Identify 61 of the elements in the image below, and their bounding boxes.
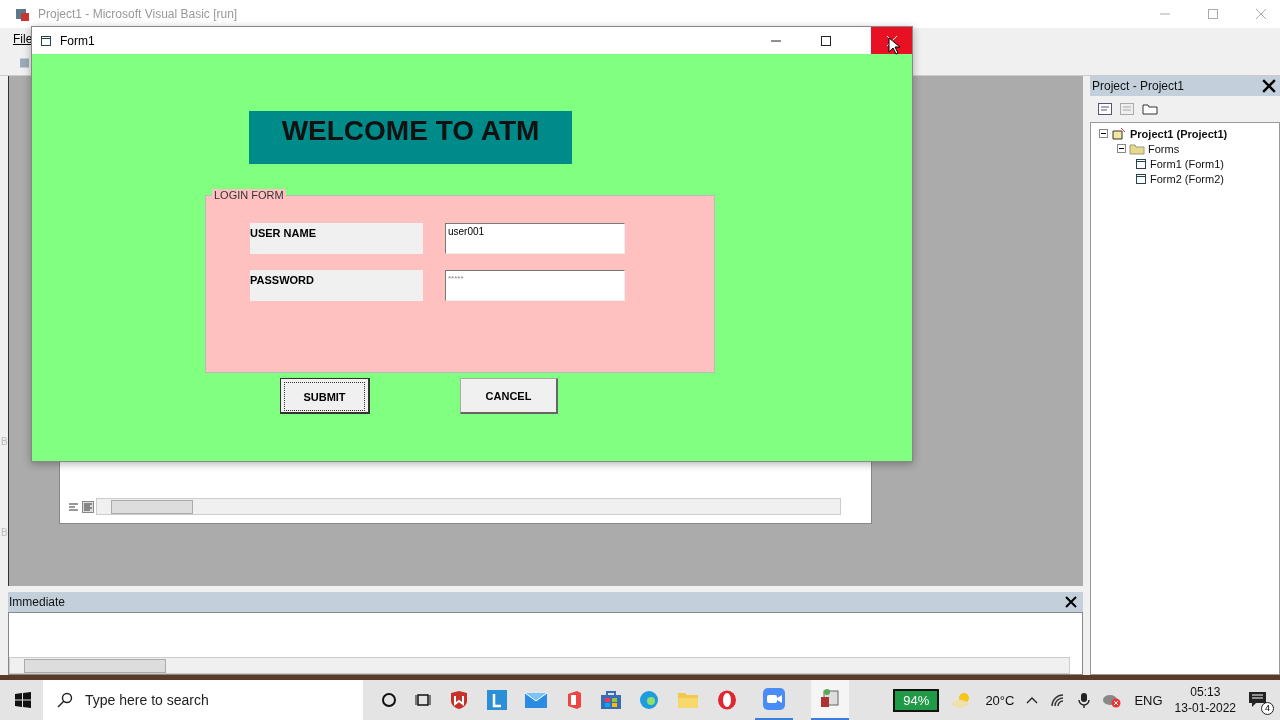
notification-count: 4 (1261, 702, 1274, 715)
tree-item[interactable]: Forms (1148, 142, 1180, 155)
field-label: PASSWORD (250, 270, 423, 301)
time: 05:13 (1190, 684, 1221, 700)
module-view-icon[interactable] (82, 500, 94, 513)
tree-item[interactable]: Project1 (Project1) (1130, 127, 1228, 140)
folder-icon (1129, 142, 1145, 155)
office-icon[interactable] (565, 690, 583, 710)
mail-icon[interactable] (525, 691, 547, 709)
battery-indicator[interactable]: 94% (893, 688, 940, 712)
form-icon (40, 34, 52, 47)
horizontal-scrollbar[interactable] (9, 657, 1070, 674)
language-indicator[interactable]: ENG (1134, 692, 1163, 708)
mouse-cursor-icon (888, 37, 900, 55)
close-button[interactable] (871, 27, 912, 54)
panel-title: Immediate (9, 595, 66, 609)
form-icon (1135, 172, 1147, 185)
date: 13-01-2022 (1174, 700, 1236, 716)
window-title: Form1 (60, 33, 95, 48)
tree-item[interactable]: Form2 (Form2) (1150, 172, 1224, 185)
form-icon (1135, 157, 1147, 170)
task-view-icon[interactable] (415, 692, 431, 708)
form-button[interactable]: SUBMIT (280, 378, 370, 414)
search-field[interactable]: Type here to search (43, 680, 363, 720)
maximize-icon[interactable] (821, 35, 831, 46)
procedure-view-icon[interactable] (68, 500, 80, 513)
banner: WELCOME TO ATM (249, 111, 572, 164)
input-field[interactable]: ***** (445, 270, 625, 301)
form-button[interactable]: CANCEL (460, 378, 558, 414)
folder-icon[interactable] (1142, 103, 1158, 115)
view-code-icon[interactable] (1098, 103, 1112, 115)
cloud-error-icon[interactable] (1102, 692, 1123, 708)
tree-expander[interactable] (1117, 144, 1126, 153)
clock[interactable]: 05:13 13-01-2022 (1174, 684, 1236, 716)
search-icon (57, 692, 73, 708)
close-icon[interactable] (1065, 596, 1077, 608)
app-icon (14, 6, 30, 22)
windows-icon[interactable] (15, 692, 31, 708)
app-tile-icon[interactable] (487, 690, 507, 710)
chevron-up-icon[interactable] (1026, 696, 1039, 704)
tree-expander[interactable] (1099, 129, 1108, 138)
frame-title: LOGIN FORM (212, 189, 286, 201)
app-window-icon[interactable] (811, 680, 849, 720)
microphone-icon[interactable] (1078, 692, 1091, 708)
edge-icon[interactable] (639, 690, 659, 710)
tree-item[interactable]: Form1 (Form1) (1150, 157, 1224, 170)
project-icon (1111, 126, 1127, 141)
notification-icon[interactable] (1248, 691, 1268, 709)
shield-icon[interactable] (449, 690, 469, 710)
input-field[interactable]: user001 (445, 223, 625, 254)
window-title: Project1 - Microsoft Visual Basic [run] (38, 7, 238, 21)
store-icon[interactable] (601, 691, 621, 709)
horizontal-scrollbar[interactable] (96, 498, 841, 515)
temperature[interactable]: 20°C (985, 692, 1015, 708)
field-label: USER NAME (250, 223, 423, 254)
panel-title: Project - Project1 (1092, 79, 1185, 93)
toolbar-icon[interactable] (20, 56, 29, 69)
cortana-icon[interactable] (381, 692, 397, 708)
close-icon[interactable] (1262, 79, 1276, 93)
menu-item[interactable]: File (13, 32, 33, 46)
opera-icon[interactable] (717, 690, 737, 710)
